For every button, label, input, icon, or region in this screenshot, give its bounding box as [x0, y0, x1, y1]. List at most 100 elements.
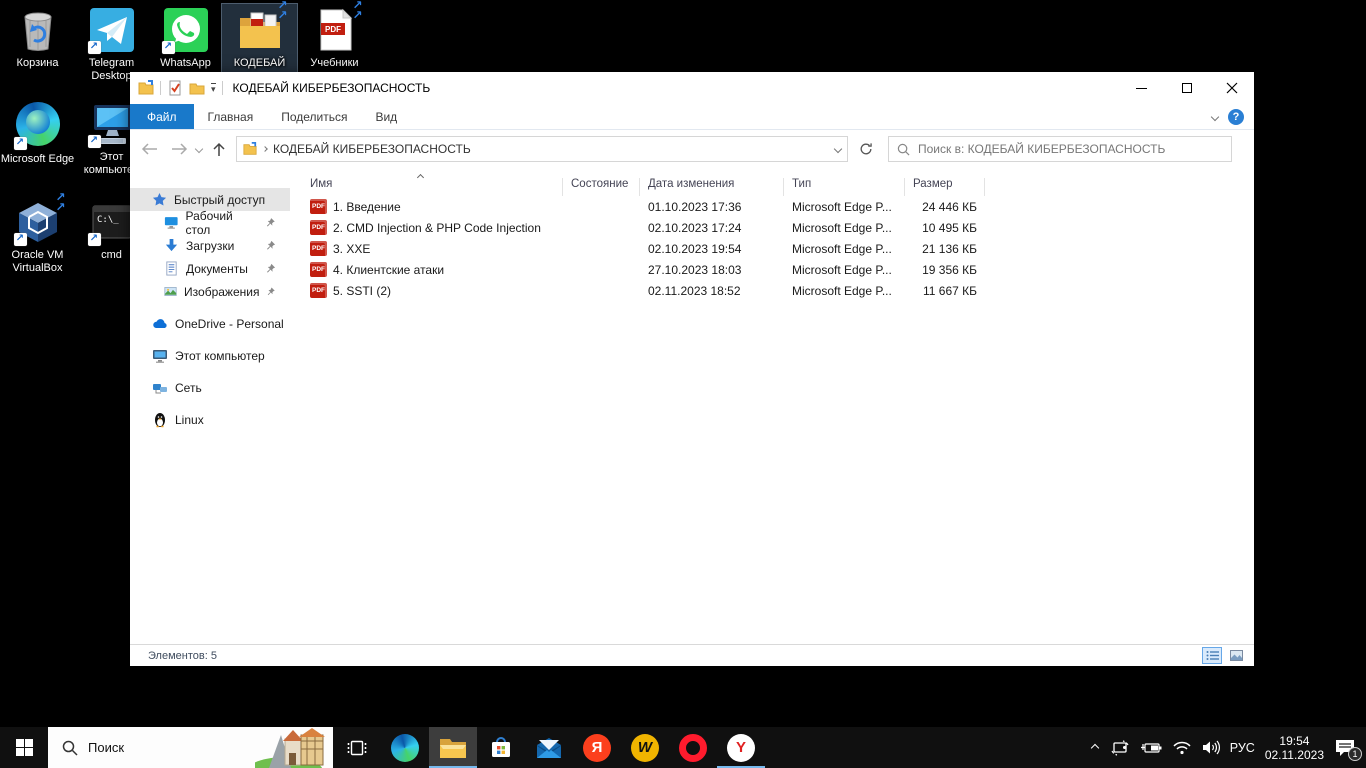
yandex-browser-icon: Y	[727, 734, 755, 762]
back-button[interactable]	[136, 136, 162, 162]
navigation-pane: Быстрый доступ Рабочий стол Загрузки Док…	[130, 168, 290, 644]
explorer-window: ▾ КОДЕБАЙ КИБЕРБЕЗОПАСНОСТЬ Файл Главная…	[130, 72, 1254, 666]
taskbar-explorer-button[interactable]	[429, 727, 477, 768]
opera-icon	[679, 734, 707, 762]
search-icon	[62, 740, 78, 756]
explorer-search[interactable]	[888, 136, 1232, 162]
maximize-button[interactable]	[1164, 72, 1209, 104]
table-row[interactable]: PDF1. Введение 01.10.2023 17:36 Microsof…	[300, 196, 1254, 217]
desktop-icon-recycle-bin[interactable]: Корзина	[0, 4, 75, 72]
address-dropdown-icon[interactable]	[834, 145, 842, 153]
table-row[interactable]: PDF5. SSTI (2) 02.11.2023 18:52 Microsof…	[300, 280, 1254, 301]
taskbar-yandex-button[interactable]: Я	[573, 727, 621, 768]
linux-icon	[152, 412, 168, 428]
up-button[interactable]	[206, 136, 232, 162]
action-center-button[interactable]: 1	[1334, 738, 1356, 758]
tab-home[interactable]: Главная	[194, 104, 268, 129]
battery-icon[interactable]	[1140, 741, 1162, 755]
sidebar-item-linux[interactable]: Linux	[130, 408, 290, 431]
sidebar-item-label: Linux	[175, 413, 204, 427]
taskbar-search-input[interactable]	[88, 740, 218, 755]
virtualbox-icon: ↗ ↗↗	[14, 198, 62, 246]
taskbar-webmoney-button[interactable]: W	[621, 727, 669, 768]
new-folder-button[interactable]	[189, 80, 205, 96]
task-view-button[interactable]	[333, 727, 381, 768]
column-header-size[interactable]: Размер	[905, 178, 985, 196]
help-button[interactable]: ?	[1228, 109, 1244, 125]
desktop-icon-kodeby[interactable]: ↗↗ КОДЕБАЙ	[222, 4, 297, 72]
file-size: 11 667 КБ	[905, 284, 985, 298]
taskbar-opera-button[interactable]	[669, 727, 717, 768]
taskbar-store-button[interactable]	[477, 727, 525, 768]
tab-file[interactable]: Файл	[130, 104, 194, 129]
desktop-icon-virtualbox[interactable]: ↗ ↗↗ Oracle VM VirtualBox	[0, 196, 75, 277]
wifi-icon[interactable]	[1172, 740, 1192, 755]
file-name: 2. CMD Injection & PHP Code Injection	[333, 221, 541, 235]
taskbar-search[interactable]	[48, 727, 333, 768]
close-button[interactable]	[1209, 72, 1254, 104]
column-header-type[interactable]: Тип	[784, 178, 905, 196]
table-row[interactable]: PDF3. XXE 02.10.2023 19:54 Microsoft Edg…	[300, 238, 1254, 259]
volume-icon[interactable]	[1202, 740, 1220, 755]
date: 02.11.2023	[1265, 748, 1324, 762]
breadcrumb[interactable]: КОДЕБАЙ КИБЕРБЕЗОПАСНОСТЬ	[273, 142, 829, 156]
table-row[interactable]: PDF4. Клиентские атаки 27.10.2023 18:03 …	[300, 259, 1254, 280]
sidebar-item-label: Этот компьютер	[175, 349, 265, 363]
pin-icon	[265, 240, 276, 251]
compressed-arrows-icon: ↗↗	[264, 0, 288, 20]
cmd-icon: C:\_ ↗ ↗↗	[88, 198, 136, 246]
taskbar-mail-button[interactable]	[525, 727, 573, 768]
address-folder-icon	[243, 142, 257, 156]
taskbar-yandex-browser-button[interactable]: Y	[717, 727, 765, 768]
properties-button[interactable]	[167, 80, 183, 96]
address-bar[interactable]: КОДЕБАЙ КИБЕРБЕЗОПАСНОСТЬ	[236, 136, 848, 162]
shortcut-arrow-icon: ↗	[88, 233, 101, 246]
sidebar-item-pictures[interactable]: Изображения	[130, 280, 290, 303]
shortcut-arrow-icon: ↗	[88, 135, 101, 148]
sidebar-item-documents[interactable]: Документы	[130, 257, 290, 280]
sidebar-item-onedrive[interactable]: OneDrive - Personal	[130, 312, 290, 335]
sidebar-item-downloads[interactable]: Загрузки	[130, 234, 290, 257]
desktop-icon-edge[interactable]: ↗ Microsoft Edge	[0, 98, 75, 168]
minimize-button[interactable]	[1119, 72, 1164, 104]
clock[interactable]: 19:54 02.11.2023	[1265, 734, 1324, 762]
notification-badge: 1	[1348, 747, 1362, 761]
refresh-button[interactable]	[852, 136, 880, 162]
desktop-icon-label: Microsoft Edge	[0, 153, 75, 166]
column-header-status[interactable]: Состояние	[563, 178, 640, 196]
column-header-modified[interactable]: Дата изменения	[640, 178, 784, 196]
expand-ribbon-icon[interactable]	[1211, 112, 1219, 120]
file-size: 19 356 КБ	[905, 263, 985, 277]
shortcut-arrow-icon: ↗	[162, 41, 175, 54]
forward-button[interactable]	[166, 136, 192, 162]
details-view-button[interactable]	[1202, 647, 1222, 664]
tab-share[interactable]: Поделиться	[267, 104, 361, 129]
search-input[interactable]	[918, 142, 1223, 156]
desktop-icon-uchebniki[interactable]: PDF ↗↗ Учебники	[297, 4, 372, 72]
file-type: Microsoft Edge P...	[784, 221, 905, 235]
recent-locations-icon[interactable]	[195, 145, 203, 153]
virtualbox-tray-icon[interactable]	[1110, 739, 1130, 757]
time: 19:54	[1265, 734, 1324, 748]
column-header-name[interactable]: Имя	[300, 178, 563, 196]
table-row[interactable]: PDF 2. CMD Injection & PHP Code Injection…	[300, 217, 1254, 238]
desktop-icon-whatsapp[interactable]: ↗ WhatsApp	[148, 4, 223, 72]
sidebar-item-network[interactable]: Сеть	[130, 376, 290, 399]
sidebar-item-this-pc[interactable]: Этот компьютер	[130, 344, 290, 367]
tab-view[interactable]: Вид	[361, 104, 411, 129]
ribbon-tabs: Файл Главная Поделиться Вид ?	[130, 104, 1254, 130]
quick-access-star-icon	[152, 192, 167, 207]
pdf-file-icon: PDF	[310, 220, 327, 235]
language-indicator[interactable]: РУС	[1230, 741, 1255, 755]
customize-qat-button[interactable]: ▾	[211, 83, 216, 93]
task-view-icon	[347, 739, 367, 757]
pdf-file-icon: PDF ↗↗	[311, 6, 359, 54]
desktop-icon	[164, 215, 179, 230]
taskbar-edge-button[interactable]	[381, 727, 429, 768]
start-button[interactable]	[0, 727, 48, 768]
recycle-bin-icon	[14, 6, 62, 54]
tray-overflow-icon[interactable]	[1091, 743, 1099, 751]
thumbnail-view-button[interactable]	[1226, 647, 1246, 664]
file-list: Имя Состояние Дата изменения Тип Размер …	[290, 168, 1254, 644]
sidebar-item-desktop[interactable]: Рабочий стол	[130, 211, 290, 234]
